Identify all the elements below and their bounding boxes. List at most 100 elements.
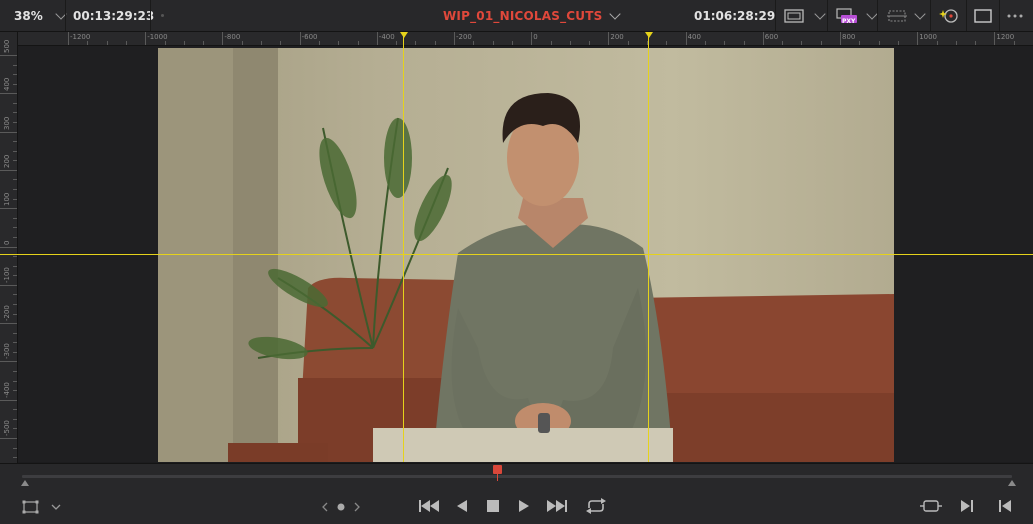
ruler-minor-tick: [13, 428, 17, 430]
ruler-minor-tick: [936, 41, 938, 45]
playhead-line: [497, 472, 498, 481]
transform-icon: [22, 500, 61, 514]
safe-area-button[interactable]: [784, 0, 826, 31]
record-timecode: 01:06:28:29: [694, 8, 776, 23]
ruler-minor-tick: [13, 102, 17, 104]
ruler-minor-tick: [13, 227, 17, 229]
chevron-down-icon: [914, 7, 926, 20]
ruler-major-tick: [840, 32, 841, 45]
ruler-minor-tick: [280, 41, 282, 45]
ruler-label: -100: [3, 266, 11, 283]
ruler-major-tick: [299, 32, 301, 45]
ruler-minor-tick: [434, 41, 436, 45]
viewer-header: 38% 00:13:29:23 WIP_01_NICOLAS_CUTS 01:0…: [0, 0, 1033, 32]
ruler-minor-tick: [13, 342, 17, 344]
overlay-button[interactable]: [886, 0, 926, 31]
ruler-label: -400: [3, 381, 11, 398]
chevron-left-icon: [322, 502, 328, 512]
stop-button[interactable]: [484, 497, 502, 515]
ruler-minor-tick: [318, 41, 320, 45]
ruler-minor-tick: [13, 189, 17, 191]
vertical-guide-left[interactable]: [403, 32, 404, 462]
chevron-down-icon: [609, 7, 622, 20]
ruler-major-tick: [685, 32, 687, 45]
skip-to-start-button[interactable]: [417, 497, 441, 515]
ruler-minor-tick: [13, 275, 17, 277]
scrubber-track[interactable]: [22, 475, 1012, 478]
ruler-minor-tick: [415, 41, 417, 45]
loop-icon: [586, 498, 606, 514]
source-timecode: 00:13:29:23: [73, 8, 155, 23]
ruler-minor-tick: [13, 351, 17, 353]
ruler-major-tick: [0, 55, 17, 56]
ruler-minor-tick: [13, 265, 17, 267]
in-point-marker[interactable]: [21, 480, 29, 486]
guide-handle-right[interactable]: [645, 32, 653, 38]
ruler-label: -300: [3, 343, 11, 360]
ruler-minor-tick: [13, 141, 17, 143]
ruler-minor-tick: [473, 41, 475, 45]
ruler-minor-tick: [261, 41, 262, 45]
ruler-minor-tick: [955, 41, 957, 45]
next-edit-button[interactable]: [957, 497, 977, 515]
ruler-minor-tick: [1013, 41, 1015, 45]
ruler-minor-tick: [13, 418, 17, 420]
ruler-minor-tick: [13, 390, 17, 392]
ruler-label: -800: [224, 33, 241, 41]
ruler-minor-tick: [13, 179, 17, 181]
skip-to-end-button[interactable]: [545, 497, 569, 515]
ruler-minor-tick: [241, 41, 243, 45]
options-dot-icon[interactable]: [161, 0, 164, 31]
horizontal-guide[interactable]: [0, 254, 1033, 255]
match-frame-button[interactable]: [919, 497, 943, 515]
transform-tool-button[interactable]: [22, 499, 62, 515]
ruler-minor-tick: [357, 41, 359, 45]
ruler-label: 100: [3, 192, 11, 207]
stop-icon: [487, 500, 499, 512]
play-icon: [519, 500, 529, 512]
timeline-dropdown[interactable]: WIP_01_NICOLAS_CUTS: [443, 0, 622, 31]
proxy-button[interactable]: PXY: [836, 0, 878, 31]
zoom-dropdown[interactable]: 38%: [14, 0, 67, 31]
ruler-major-tick: [917, 32, 919, 45]
out-point-marker[interactable]: [1008, 480, 1016, 486]
vertical-guide-right[interactable]: [648, 32, 649, 462]
ruler-major-tick: [0, 399, 17, 401]
timeline-title: WIP_01_NICOLAS_CUTS: [443, 8, 603, 23]
previous-edit-button[interactable]: [995, 497, 1015, 515]
ruler-major-tick: [531, 32, 533, 45]
fullscreen-button[interactable]: [974, 0, 992, 31]
more-options-button[interactable]: [1006, 0, 1024, 31]
play-button[interactable]: [515, 497, 533, 515]
ruler-major-tick: [222, 32, 224, 45]
ruler-major-tick: [454, 32, 455, 45]
ruler-minor-tick: [666, 41, 668, 45]
play-reverse-button[interactable]: [453, 497, 471, 515]
horizontal-ruler[interactable]: -1200 -1000 -800 -600 -400 -200 0 200 400 600 800 1…: [18, 32, 1033, 46]
skip-to-start-icon: [419, 500, 439, 512]
ruler-minor-tick: [13, 122, 17, 124]
ruler-minor-tick: [13, 447, 17, 449]
ruler-minor-tick: [87, 41, 89, 45]
ruler-minor-tick: [13, 150, 17, 152]
ruler-label: 0: [533, 33, 538, 41]
guide-handle-left[interactable]: [400, 32, 408, 38]
ruler-minor-tick: [511, 41, 513, 45]
ruler-label: 300: [3, 116, 11, 130]
ruler-minor-tick: [125, 41, 127, 45]
ruler-label: -500: [3, 420, 11, 436]
ruler-minor-tick: [724, 41, 726, 45]
ruler-label: 600: [764, 33, 779, 41]
ruler-label: 1200: [996, 33, 1015, 41]
chevron-down-icon: [814, 7, 826, 20]
loop-button[interactable]: [584, 496, 608, 516]
ruler-major-tick: [994, 32, 996, 45]
vertical-ruler[interactable]: 500 400 300 200 100 0 -100 -200 -300 -400 -500: [0, 32, 18, 464]
smart-reframe-button[interactable]: [939, 0, 959, 31]
ruler-label: 400: [687, 33, 701, 41]
ruler-major-tick: [608, 32, 610, 45]
ruler-minor-tick: [13, 370, 17, 372]
ruler-major-tick: [0, 131, 17, 133]
ruler-minor-tick: [13, 303, 17, 305]
jog-control[interactable]: [318, 499, 364, 515]
